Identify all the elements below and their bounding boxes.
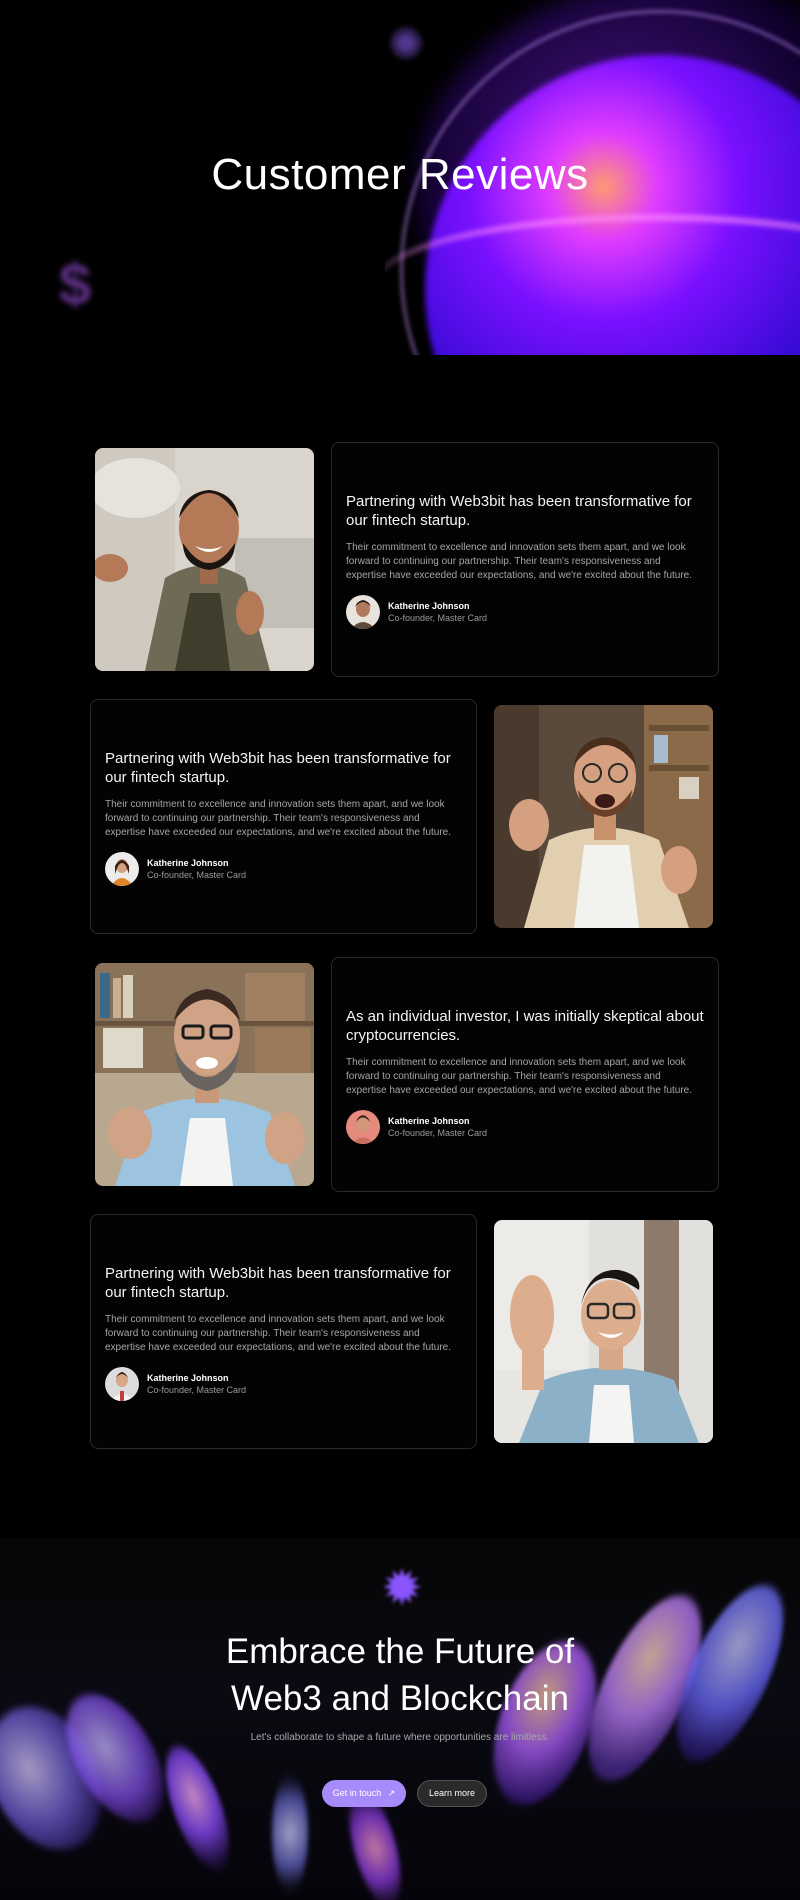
cta-section: ✹ Embrace the Future of Web3 and Blockch… (0, 1538, 800, 1900)
review-title: Partnering with Web3bit has been transfo… (105, 1265, 451, 1301)
author-name: Katherine Johnson (388, 601, 470, 611)
author-name: Katherine Johnson (147, 858, 229, 868)
review-card-3: As an individual investor, I was initial… (331, 957, 719, 1192)
get-in-touch-label: Get in touch (332, 1788, 382, 1798)
star-icon: ✹ (381, 1560, 423, 1616)
review-photo-3 (95, 963, 314, 1186)
author-name: Katherine Johnson (388, 1116, 470, 1126)
cta-subtitle: Let's collaborate to shape a future wher… (250, 1732, 550, 1743)
author-role: Co-founder, Master Card (147, 1385, 247, 1395)
gear-icon: ✺ (387, 20, 425, 69)
review-body: Their commitment to excellence and innov… (105, 799, 452, 838)
cta-title-line1: Embrace the Future of (225, 1632, 575, 1671)
avatar (105, 852, 139, 886)
review-title: As an individual investor, I was initial… (346, 1008, 704, 1044)
arrow-up-right-icon: ↗ (387, 1788, 396, 1798)
review-card-4: Partnering with Web3bit has been transfo… (90, 1214, 477, 1449)
review-title: Partnering with Web3bit has been transfo… (346, 493, 692, 529)
review-body: Their commitment to excellence and innov… (346, 1057, 693, 1096)
review-card-2: Partnering with Web3bit has been transfo… (90, 699, 477, 934)
author-role: Co-founder, Master Card (147, 870, 247, 880)
learn-more-button[interactable]: Learn more (417, 1780, 487, 1807)
author-role: Co-founder, Master Card (388, 613, 488, 623)
hero-section: ✺ $ Customer Reviews (0, 0, 800, 355)
dollar-icon: $ (58, 252, 92, 317)
review-photo-4 (494, 1220, 713, 1443)
author-name: Katherine Johnson (147, 1373, 229, 1383)
review-card-1: Partnering with Web3bit has been transfo… (331, 442, 719, 677)
review-photo-2 (494, 705, 713, 928)
cta-title: Embrace the Future of Web3 and Blockchai… (0, 1628, 800, 1722)
avatar (105, 1367, 139, 1401)
review-body: Their commitment to excellence and innov… (105, 1314, 452, 1353)
avatar (346, 595, 380, 629)
get-in-touch-button[interactable]: Get in touch ↗ (322, 1780, 406, 1807)
author-role: Co-founder, Master Card (388, 1128, 488, 1138)
review-title: Partnering with Web3bit has been transfo… (105, 750, 451, 786)
page-title: Customer Reviews (211, 150, 589, 199)
review-body: Their commitment to excellence and innov… (346, 542, 693, 581)
review-photo-1 (95, 448, 314, 671)
avatar (346, 1110, 380, 1144)
cta-title-line2: Web3 and Blockchain (231, 1679, 569, 1718)
